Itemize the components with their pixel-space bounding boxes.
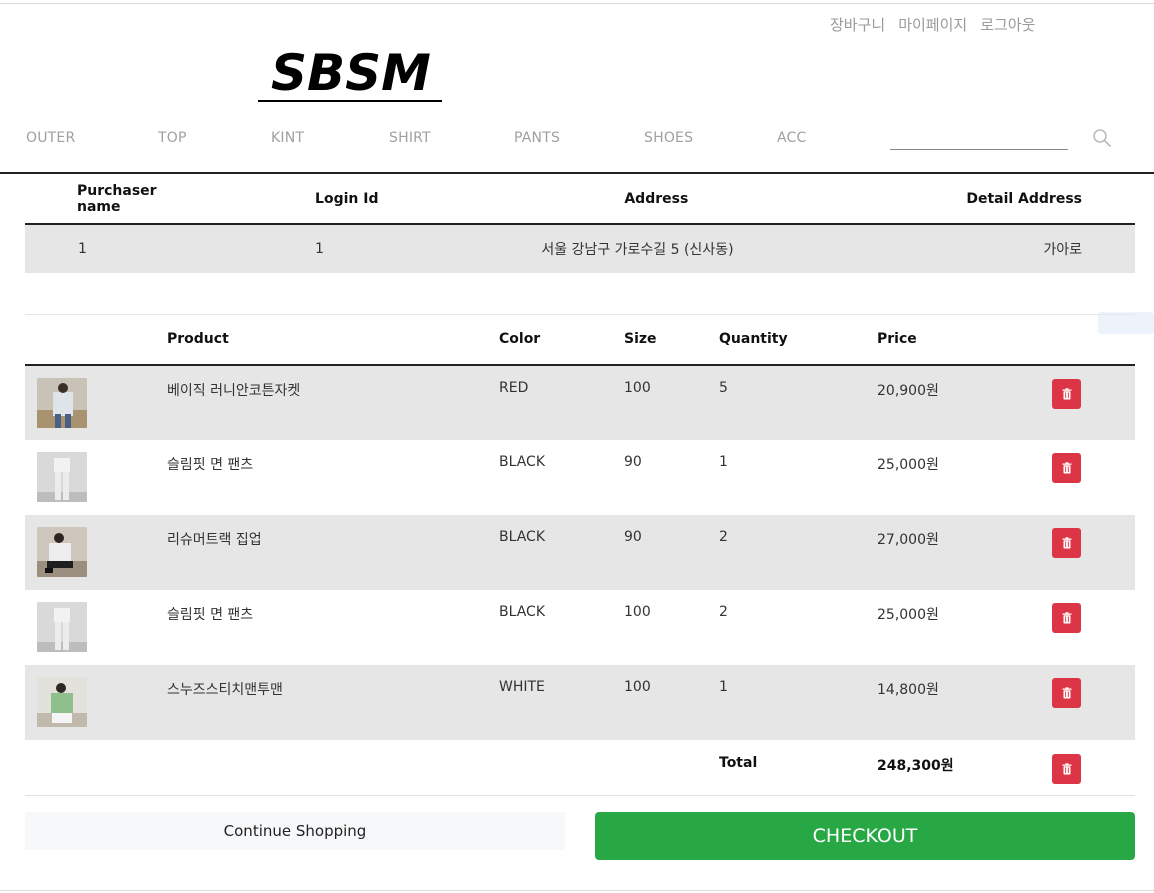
trash-icon [1062, 762, 1071, 774]
sbsm-logo[interactable]: SBSM [256, 40, 446, 106]
product-name[interactable]: 스누즈스티치맨투맨 [167, 664, 499, 740]
product-name[interactable]: 슬림핏 면 팬츠 [167, 590, 499, 665]
nav-shoes[interactable]: SHOES [644, 130, 693, 146]
product-quantity: 1 [719, 664, 877, 740]
purchaser-name: 1 [25, 224, 203, 273]
checkout-button[interactable]: CHECKOUT [595, 812, 1135, 860]
trash-icon [1062, 387, 1071, 399]
product-size: 100 [624, 664, 719, 740]
continue-shopping-button[interactable]: Continue Shopping [25, 812, 565, 850]
product-size: 100 [624, 603, 651, 620]
table-row: 리슈머트랙 집업 BLACK 90 2 27,000원 [25, 514, 1135, 590]
product-size: 90 [624, 453, 642, 470]
bottom-divider [0, 890, 1154, 891]
product-thumbnail[interactable] [37, 451, 87, 502]
col-price: Price [877, 314, 1052, 366]
product-thumbnail[interactable] [37, 526, 87, 577]
total-row: Total 248,300원 [25, 739, 1135, 796]
delete-button[interactable] [1052, 527, 1081, 558]
col-detail-address: Detail Address [733, 174, 1135, 225]
table-row: 슬림핏 면 팬츠 BLACK 100 2 25,000원 [25, 590, 1135, 665]
product-price: 27,000원 [877, 514, 1052, 590]
product-color: BLACK [499, 514, 624, 590]
cart-link[interactable]: 장바구니 [830, 14, 885, 35]
nav-shirt[interactable]: SHIRT [389, 130, 431, 146]
product-name[interactable]: 슬림핏 면 팬츠 [167, 440, 499, 515]
trash-icon [1062, 686, 1071, 698]
delete-button[interactable] [1052, 452, 1081, 483]
product-quantity: 2 [719, 514, 877, 590]
address: 서울 강남구 가로수길 5 (신사동) [399, 224, 734, 273]
col-action [1052, 314, 1135, 366]
product-price: 25,000원 [877, 456, 939, 473]
product-color: BLACK [499, 603, 546, 620]
col-address: Address [399, 174, 734, 225]
nav-top[interactable]: TOP [158, 130, 187, 146]
col-size: Size [624, 314, 719, 366]
product-color: RED [499, 364, 624, 440]
utility-links: 장바구니 마이페이지 로그아웃 [830, 14, 1035, 35]
detail-address: 가아로 [733, 224, 1135, 273]
nav-outer[interactable]: OUTER [26, 130, 75, 146]
product-size: 100 [624, 364, 719, 440]
nav-acc[interactable]: ACC [777, 130, 806, 146]
table-row: 베이직 러니안코튼자켓 RED 100 5 20,900원 [25, 364, 1135, 440]
product-price: 14,800원 [877, 664, 1052, 740]
col-thumb [25, 314, 167, 366]
product-name[interactable]: 베이직 러니안코튼자켓 [167, 364, 499, 440]
mypage-link[interactable]: 마이페이지 [898, 14, 967, 35]
table-row: 스누즈스티치맨투맨 WHITE 100 1 14,800원 [25, 664, 1135, 740]
logout-link[interactable]: 로그아웃 [980, 14, 1035, 35]
total-value: 248,300원 [877, 739, 1052, 796]
product-quantity: 5 [719, 364, 877, 440]
col-color: Color [499, 314, 624, 366]
top-divider [0, 3, 1154, 4]
logo-underline [258, 100, 442, 102]
col-purchaser-name: Purchaser name [25, 174, 203, 225]
nav-kint[interactable]: KINT [271, 130, 304, 146]
total-label: Total [719, 739, 877, 796]
purchaser-table: Purchaser name Login Id Address Detail A… [25, 174, 1135, 273]
product-name[interactable]: 리슈머트랙 집업 [167, 514, 499, 590]
trash-icon [1062, 611, 1071, 623]
product-color: WHITE [499, 664, 624, 740]
product-size: 90 [624, 514, 719, 590]
product-thumbnail[interactable] [37, 377, 87, 428]
order-table: Product Color Size Quantity Price 베이직 러니… [25, 314, 1135, 796]
product-color: BLACK [499, 453, 546, 470]
product-quantity: 2 [719, 603, 728, 620]
delete-button[interactable] [1052, 677, 1081, 708]
trash-icon [1062, 536, 1071, 548]
search-input[interactable] [890, 128, 1068, 150]
logo-text: SBSM [271, 44, 431, 102]
login-id: 1 [202, 224, 400, 273]
col-quantity: Quantity [719, 314, 877, 366]
col-login-id: Login Id [202, 174, 400, 225]
product-price: 25,000원 [877, 606, 939, 623]
product-quantity: 1 [719, 453, 728, 470]
product-thumbnail[interactable] [37, 676, 87, 727]
nav-pants[interactable]: PANTS [514, 130, 560, 146]
product-thumbnail[interactable] [37, 601, 87, 652]
purchaser-row: 1 1 서울 강남구 가로수길 5 (신사동) 가아로 [25, 224, 1135, 273]
table-row: 슬림핏 면 팬츠 BLACK 90 1 25,000원 [25, 440, 1135, 515]
delete-button[interactable] [1052, 378, 1081, 409]
delete-all-button[interactable] [1052, 753, 1081, 784]
delete-button[interactable] [1052, 602, 1081, 633]
search-icon[interactable] [1092, 128, 1112, 148]
product-price: 20,900원 [877, 364, 1052, 440]
trash-icon [1062, 461, 1071, 473]
col-product: Product [167, 314, 499, 366]
